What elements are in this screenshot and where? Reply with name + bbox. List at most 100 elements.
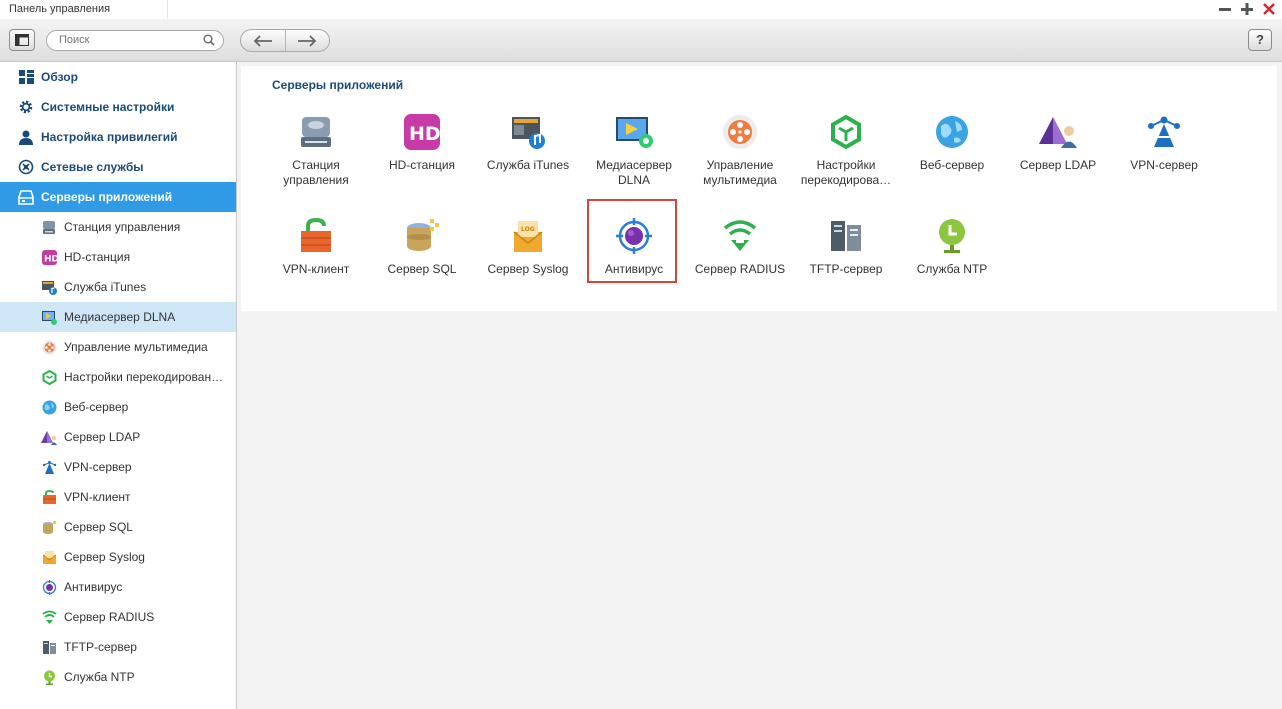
- app-label: Веб-сервер: [919, 158, 985, 172]
- ldap-icon: [41, 429, 57, 445]
- sidebar-item-transcode[interactable]: Настройки перекодирован…: [0, 362, 236, 392]
- sidebar-item-vpn-client[interactable]: VPN-клиент: [0, 482, 236, 512]
- sidebar-item-label: Служба iTunes: [64, 280, 147, 294]
- app-tftp[interactable]: TFTP-сервер: [796, 216, 896, 277]
- sidebar-item-network-services[interactable]: Сетевые службы: [0, 152, 236, 182]
- sidebar-item-label: Сетевые службы: [41, 160, 144, 174]
- app-label: Сервер SQL: [387, 262, 457, 276]
- app-ldap[interactable]: Сервер LDAP: [1008, 112, 1108, 173]
- sidebar-item-hd-station[interactable]: HD HD-станция: [0, 242, 236, 272]
- sidebar-item-privileges[interactable]: Настройка привилегий: [0, 122, 236, 152]
- storage-station-icon: [41, 219, 57, 235]
- syslog-icon: [41, 549, 57, 565]
- search-box[interactable]: [46, 30, 224, 51]
- sidebar-item-label: Служба NTP: [64, 670, 135, 684]
- app-label: TFTP-сервер: [809, 262, 883, 276]
- app-radius[interactable]: Сервер RADIUS: [690, 216, 790, 277]
- radius-icon: [720, 216, 760, 256]
- sidebar-item-system-settings[interactable]: Системные настройки: [0, 92, 236, 122]
- sidebar-item-label: Сервер SQL: [64, 520, 133, 534]
- user-icon: [18, 129, 34, 145]
- help-button[interactable]: ?: [1248, 29, 1272, 51]
- sidebar-item-web-server[interactable]: Веб-сервер: [0, 392, 236, 422]
- close-button[interactable]: [1262, 1, 1276, 17]
- vpn-server-icon: [41, 459, 57, 475]
- app-vpn-server[interactable]: VPN-сервер: [1114, 112, 1214, 173]
- maximize-button[interactable]: [1240, 1, 1254, 17]
- sidebar-item-sql[interactable]: Сервер SQL: [0, 512, 236, 542]
- sql-icon: [41, 519, 57, 535]
- sidebar-item-label: Серверы приложений: [41, 190, 173, 204]
- sidebar-item-itunes[interactable]: Служба iTunes: [0, 272, 236, 302]
- app-vpn-client[interactable]: VPN-клиент: [266, 216, 366, 277]
- antivirus-icon: [41, 579, 57, 595]
- grid-icon: [18, 69, 34, 85]
- gear-icon: [18, 99, 34, 115]
- sidebar-item-overview[interactable]: Обзор: [0, 62, 236, 92]
- sidebar-item-label: Системные настройки: [41, 100, 175, 114]
- itunes-icon: [508, 112, 548, 152]
- section-title: Серверы приложений: [272, 78, 404, 92]
- sidebar-item-label: TFTP-сервер: [64, 640, 137, 654]
- minimize-icon: [1219, 8, 1231, 11]
- app-dlna[interactable]: Медиасервер DLNA: [584, 112, 684, 188]
- sidebar-item-vpn-server[interactable]: VPN-сервер: [0, 452, 236, 482]
- sidebar-item-multimedia[interactable]: Управление мультимедиа: [0, 332, 236, 362]
- app-itunes[interactable]: Служба iTunes: [478, 112, 578, 173]
- sidebar-item-radius[interactable]: Сервер RADIUS: [0, 602, 236, 632]
- sidebar-item-ldap[interactable]: Сервер LDAP: [0, 422, 236, 452]
- app-label: Сервер RADIUS: [694, 262, 786, 276]
- sidebar-item-tftp[interactable]: TFTP-сервер: [0, 632, 236, 662]
- window-title: Панель управления: [9, 3, 111, 15]
- sidebar-item-label: Веб-сервер: [64, 400, 129, 414]
- main-content: Серверы приложений Станция управления HD…: [237, 62, 1282, 709]
- sidebar-item-dlna[interactable]: Медиасервер DLNA: [0, 302, 236, 332]
- sidebar-item-label: Сервер LDAP: [64, 430, 141, 444]
- sidebar-item-ntp[interactable]: Служба NTP: [0, 662, 236, 692]
- sidebar-item-label: HD-станция: [64, 250, 131, 264]
- minimize-button[interactable]: [1218, 1, 1232, 17]
- toolbar: ?: [0, 19, 1282, 62]
- sidebar-item-syslog[interactable]: Сервер Syslog: [0, 542, 236, 572]
- tftp-icon: [41, 639, 57, 655]
- syslog-icon: LOG: [508, 216, 548, 256]
- radius-icon: [41, 609, 57, 625]
- sidebar: Обзор Системные настройки Настройка прив…: [0, 62, 237, 709]
- sidebar-item-storage-station[interactable]: Станция управления: [0, 212, 236, 242]
- search-icon[interactable]: [203, 34, 215, 49]
- title-bar: Панель управления: [0, 0, 1282, 19]
- sidebar-item-app-servers[interactable]: Серверы приложений: [0, 182, 236, 212]
- ntp-icon: [41, 669, 57, 685]
- app-label: Станция управления: [283, 158, 349, 187]
- svg-text:HD: HD: [409, 123, 440, 145]
- app-label: Служба NTP: [916, 262, 988, 276]
- app-storage-station[interactable]: Станция управления: [266, 112, 366, 188]
- sidebar-item-label: VPN-сервер: [64, 460, 132, 474]
- app-syslog[interactable]: LOG Сервер Syslog: [478, 216, 578, 277]
- storage-station-icon: [296, 112, 336, 152]
- transcode-icon: [41, 369, 57, 385]
- app-label: VPN-сервер: [1130, 158, 1198, 172]
- dlna-icon: [614, 112, 654, 152]
- app-multimedia[interactable]: Управление мультимедиа: [690, 112, 790, 188]
- back-button[interactable]: [241, 30, 285, 51]
- navigation-buttons: [240, 29, 330, 52]
- app-web-server[interactable]: Веб-сервер: [902, 112, 1002, 173]
- app-hd-station[interactable]: HD HD-станция: [372, 112, 472, 173]
- app-sql[interactable]: Сервер SQL: [372, 216, 472, 277]
- sidebar-item-antivirus[interactable]: Антивирус: [0, 572, 236, 602]
- app-servers-panel: Серверы приложений Станция управления HD…: [241, 66, 1277, 311]
- search-input[interactable]: [59, 34, 199, 46]
- sidebar-item-label: Антивирус: [64, 580, 123, 594]
- dlna-icon: [41, 309, 57, 325]
- sidebar-item-label: VPN-клиент: [64, 490, 131, 504]
- forward-button[interactable]: [284, 30, 330, 51]
- sidebar-toggle-icon: [15, 34, 29, 46]
- app-ntp[interactable]: Служба NTP: [902, 216, 1002, 277]
- hd-station-icon: HD: [41, 249, 57, 265]
- sql-icon: [402, 216, 442, 256]
- toggle-sidebar-button[interactable]: [9, 29, 35, 51]
- network-icon: [18, 159, 34, 175]
- app-transcode[interactable]: Настройки перекодирова…: [796, 112, 896, 188]
- hd-station-icon: HD: [402, 112, 442, 152]
